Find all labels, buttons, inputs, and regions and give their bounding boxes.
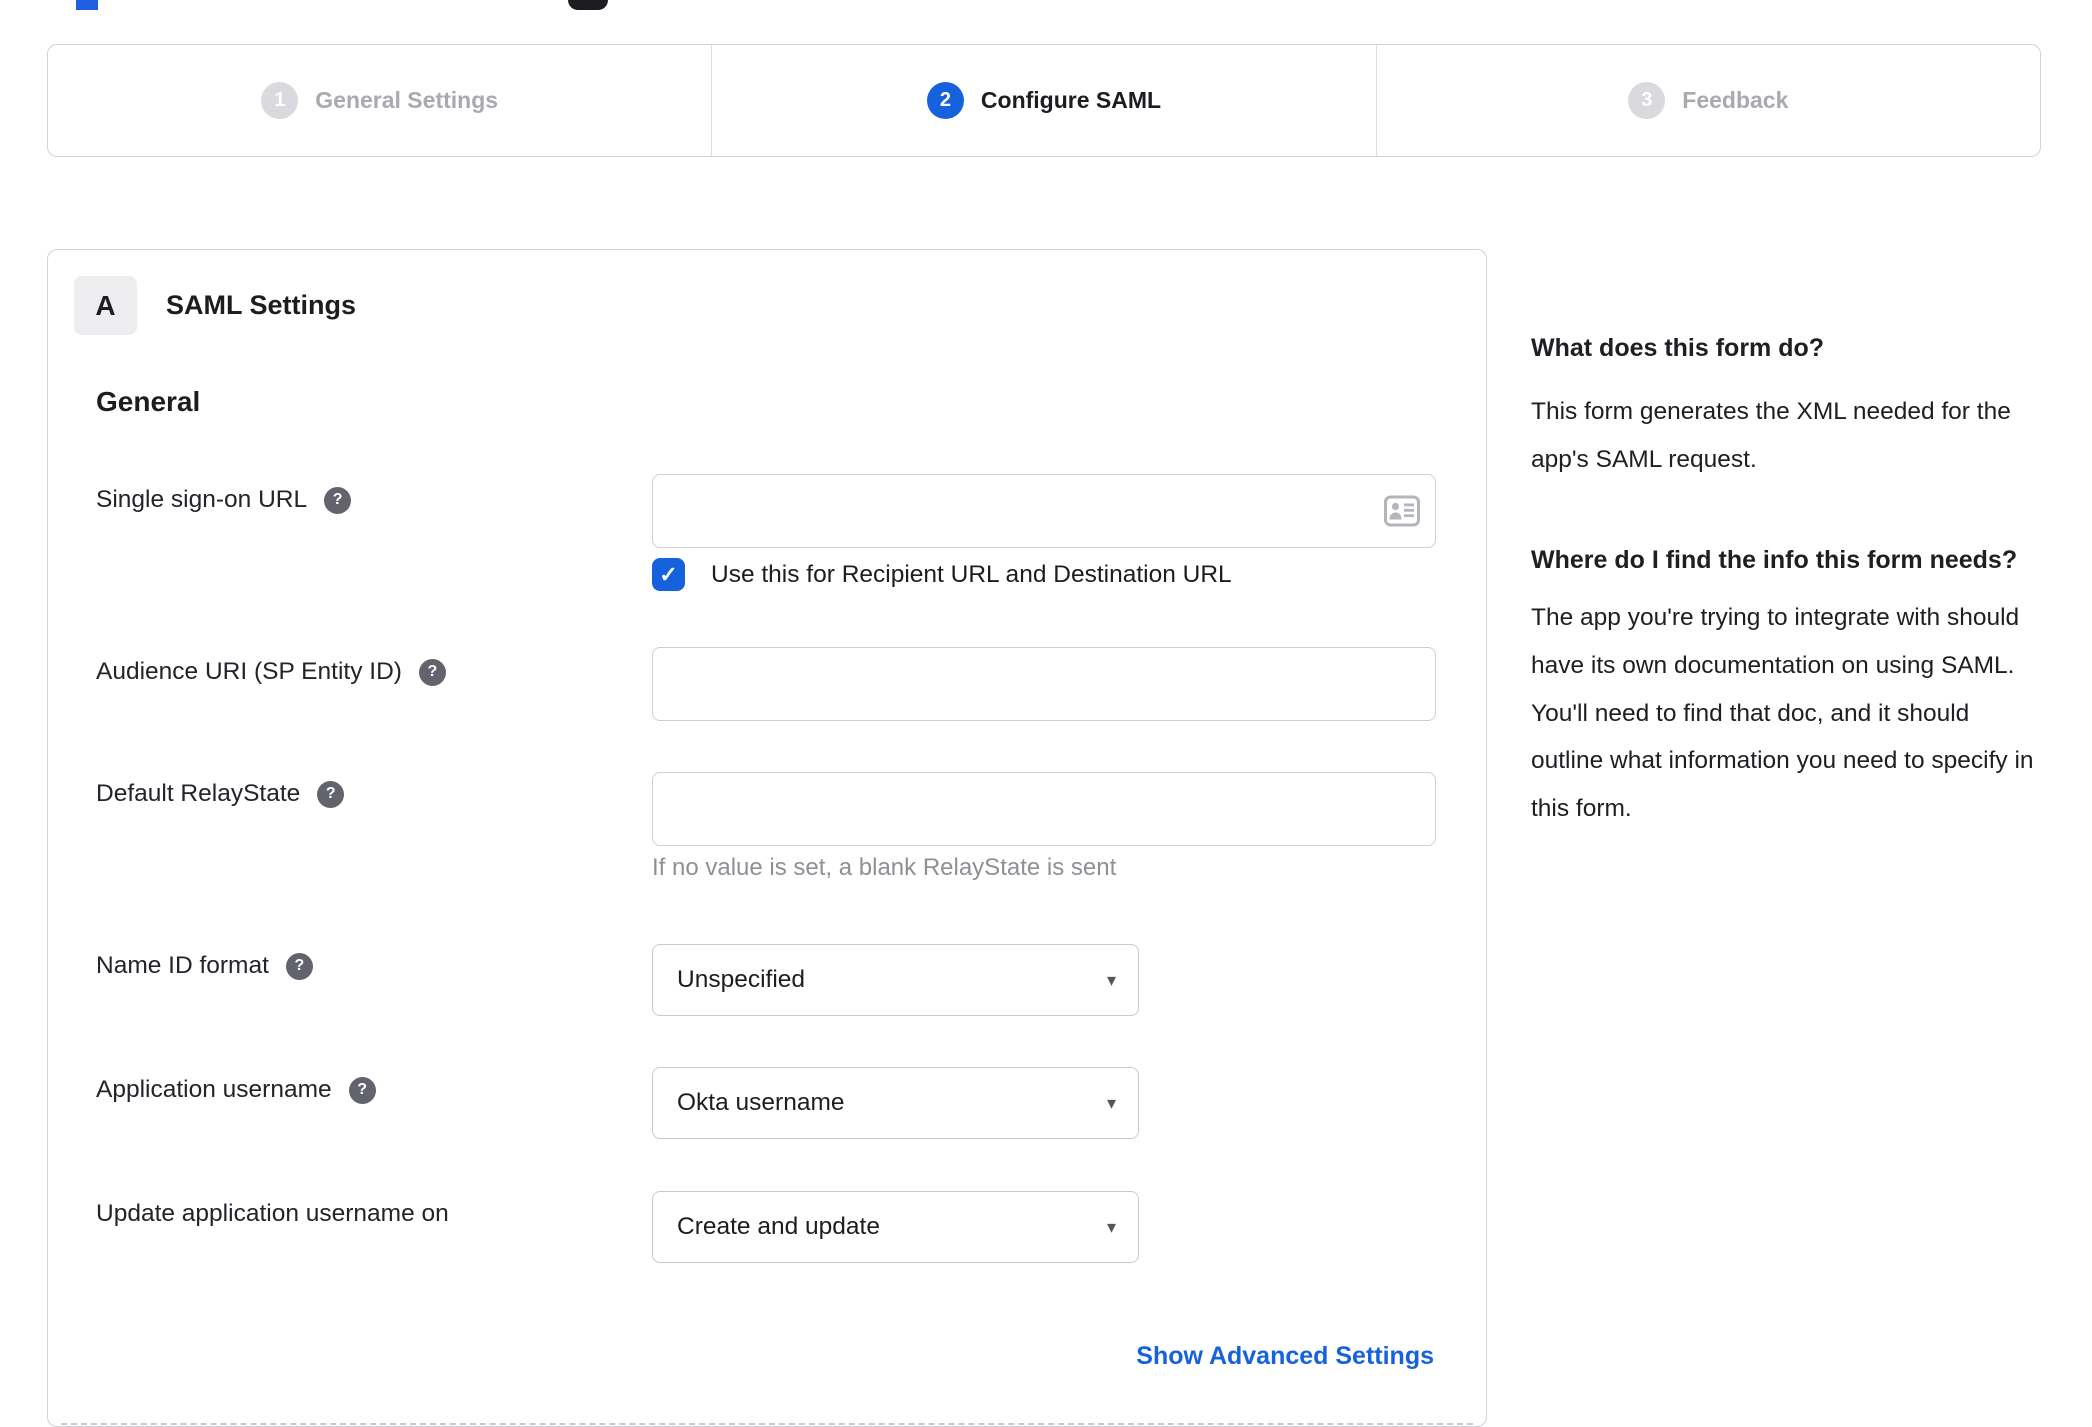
sso-url-label: Single sign-on URL xyxy=(96,486,308,513)
default-relaystate-input[interactable] xyxy=(652,772,1436,846)
cutoff-dark-fragment xyxy=(568,0,608,10)
sidebar-text-where: The app you're trying to integrate with … xyxy=(1531,604,2034,823)
sidebar-text-what: This form generates the XML needed for t… xyxy=(1531,397,2011,473)
relaystate-helper-text: If no value is set, a blank RelayState i… xyxy=(652,854,1117,881)
chevron-down-icon: ▾ xyxy=(1106,1216,1116,1237)
checkmark-icon: ✓ xyxy=(659,561,678,587)
step-label: Configure SAML xyxy=(980,87,1162,113)
saml-settings-panel: A SAML Settings General Single sign-on U… xyxy=(47,249,1487,1427)
select-value: Create and update xyxy=(677,1213,880,1240)
autofill-contact-icon[interactable] xyxy=(1384,495,1420,527)
sidebar-heading-where: Where do I find the info this form needs… xyxy=(1531,546,2018,575)
recipient-url-checkbox[interactable]: ✓ xyxy=(652,558,685,591)
application-username-label: Application username xyxy=(96,1076,332,1103)
step-configure-saml: 2 Configure SAML xyxy=(711,45,1375,156)
update-application-username-select[interactable]: Create and update ▾ xyxy=(652,1191,1139,1263)
update-application-username-label: Update application username on xyxy=(96,1200,449,1227)
name-id-format-select[interactable]: Unspecified ▾ xyxy=(652,944,1139,1016)
select-value: Unspecified xyxy=(677,966,806,993)
step-label: Feedback xyxy=(1682,87,1789,113)
chevron-down-icon: ▾ xyxy=(1106,1092,1116,1113)
chevron-down-icon: ▾ xyxy=(1106,969,1116,990)
application-username-select[interactable]: Okta username ▾ xyxy=(652,1067,1139,1139)
section-badge: A xyxy=(74,276,137,335)
help-icon[interactable]: ? xyxy=(285,952,313,980)
step-number-badge: 2 xyxy=(926,82,964,119)
help-sidebar: What does this form do? This form genera… xyxy=(1531,329,2043,833)
group-heading-general: General xyxy=(96,386,201,417)
sidebar-heading-what: What does this form do? xyxy=(1531,334,1825,362)
help-icon[interactable]: ? xyxy=(348,1076,376,1104)
help-icon[interactable]: ? xyxy=(317,780,345,808)
select-value: Okta username xyxy=(677,1089,845,1116)
step-number-badge: 3 xyxy=(1628,82,1666,119)
step-general-settings: 1 General Settings xyxy=(48,45,711,156)
step-feedback: 3 Feedback xyxy=(1375,45,2040,156)
show-advanced-settings-link[interactable]: Show Advanced Settings xyxy=(1136,1342,1434,1371)
sso-url-input[interactable] xyxy=(652,474,1436,548)
audience-uri-label: Audience URI (SP Entity ID) xyxy=(96,658,402,685)
audience-uri-input[interactable] xyxy=(652,647,1436,721)
recipient-url-checkbox-label: Use this for Recipient URL and Destinati… xyxy=(711,560,1232,588)
help-icon[interactable]: ? xyxy=(324,486,352,514)
wizard-stepper: 1 General Settings 2 Configure SAML 3 Fe… xyxy=(47,44,2041,157)
section-title: SAML Settings xyxy=(166,290,357,320)
cutoff-blue-fragment xyxy=(76,0,98,10)
step-label: General Settings xyxy=(315,87,499,113)
default-relaystate-label: Default RelayState xyxy=(96,780,301,807)
help-icon[interactable]: ? xyxy=(418,658,446,686)
step-number-badge: 1 xyxy=(261,82,299,119)
panel-bottom-dashed-divider xyxy=(61,1423,1473,1425)
name-id-format-label: Name ID format xyxy=(96,952,269,979)
